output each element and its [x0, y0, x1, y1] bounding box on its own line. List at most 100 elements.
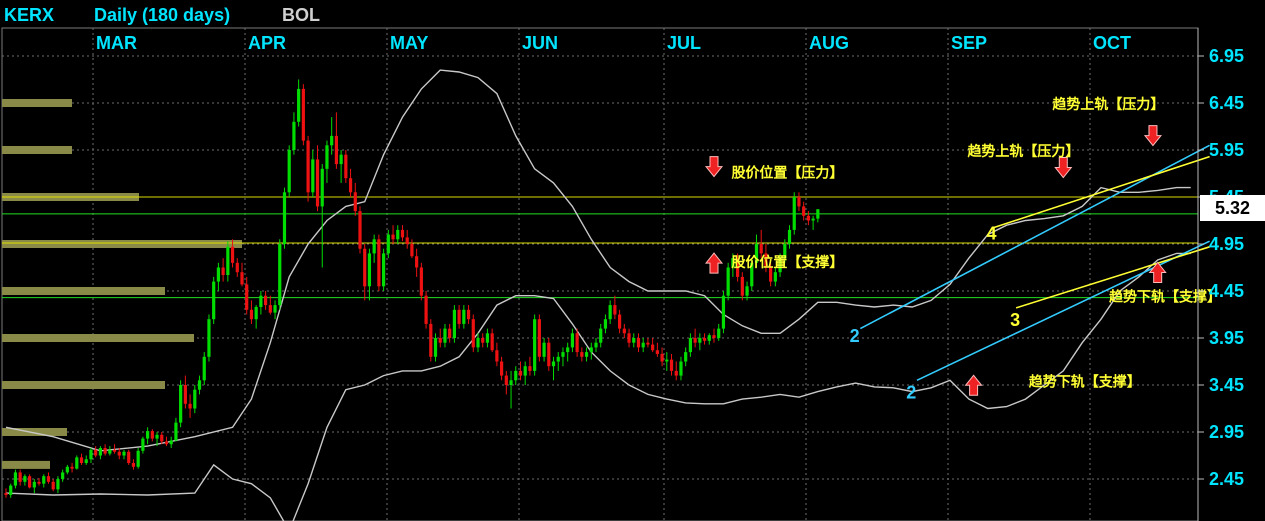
arrow-down-icon	[1143, 125, 1163, 147]
candle	[377, 234, 381, 291]
arrow-up-icon	[704, 252, 724, 274]
candle-body	[490, 333, 494, 351]
last-price-readout: 5.32	[1200, 195, 1265, 221]
candle-body	[674, 370, 678, 376]
candle	[391, 225, 395, 244]
candle	[183, 375, 187, 409]
candle-body	[179, 385, 183, 423]
candle	[188, 394, 192, 418]
price-tick-label: 4.95	[1209, 234, 1244, 254]
candle	[660, 347, 664, 367]
candle-body	[688, 338, 692, 353]
candle-body	[245, 284, 249, 310]
candle	[344, 150, 348, 183]
candle	[514, 366, 518, 385]
candle-body	[537, 319, 541, 357]
candle-body	[386, 234, 390, 254]
candle-body	[377, 239, 381, 287]
candle-body	[533, 319, 537, 371]
candle-body	[127, 451, 131, 464]
candle-body	[684, 352, 688, 362]
candlestick-chart[interactable]: 股价位置【压力】股价位置【支撑】趋势上轨【压力】趋势上轨【压力】趋势下轨【支撑】…	[0, 0, 1265, 521]
candle-body	[481, 338, 485, 343]
candle	[603, 314, 608, 334]
candle-body	[226, 246, 230, 276]
candle	[84, 455, 88, 465]
candle-body	[745, 286, 749, 296]
price-tick-label: 4.45	[1209, 281, 1244, 301]
candle-body	[707, 335, 711, 341]
candle	[457, 305, 461, 329]
candle-body	[353, 192, 357, 212]
candle-body	[325, 145, 329, 169]
candle	[226, 241, 230, 282]
candle-body	[216, 267, 220, 282]
volume-at-price-bar	[2, 381, 165, 389]
candle-body	[433, 338, 438, 357]
candle	[693, 328, 697, 348]
plot-frame	[1, 27, 1199, 521]
candle	[150, 429, 154, 442]
candle-body	[136, 450, 140, 467]
candle-body	[570, 333, 574, 348]
candle-body	[193, 389, 197, 409]
candle	[282, 187, 287, 249]
candle-body	[4, 493, 8, 495]
candle	[94, 446, 98, 458]
candle-body	[655, 350, 659, 354]
candle	[363, 244, 367, 301]
candle	[665, 352, 669, 371]
candle	[330, 117, 334, 155]
candle-body	[462, 309, 466, 324]
candle-body	[348, 178, 353, 193]
candle	[122, 449, 126, 460]
candle	[698, 333, 702, 351]
candle	[141, 436, 145, 454]
candle-body	[622, 328, 626, 334]
candle-body	[292, 121, 296, 150]
candle	[358, 206, 362, 254]
candle	[70, 463, 74, 473]
candle	[28, 474, 32, 489]
candle-body	[18, 472, 22, 482]
candle	[655, 342, 659, 357]
candle-body	[254, 306, 258, 320]
candle	[108, 446, 112, 456]
candle-body	[306, 140, 310, 193]
candle	[622, 323, 626, 338]
candle	[452, 305, 456, 343]
candle	[561, 347, 565, 367]
candle-body	[240, 272, 244, 285]
candle	[528, 356, 532, 376]
candle	[127, 449, 131, 465]
candle	[23, 474, 27, 486]
candle	[500, 356, 504, 381]
candle	[811, 215, 815, 230]
annotation-label: 趋势下轨【支撑】	[1029, 373, 1141, 390]
candle-body	[197, 380, 202, 390]
candle	[485, 328, 490, 348]
candle-body	[599, 328, 603, 343]
annotation-label: 趋势下轨【支撑】	[1109, 289, 1221, 306]
candle-body	[792, 197, 796, 230]
candle-body	[169, 440, 173, 445]
candle	[221, 258, 225, 282]
candle	[98, 446, 102, 460]
candle-body	[28, 476, 32, 488]
candle	[589, 342, 593, 360]
trend-line	[916, 240, 1210, 382]
candle-body	[806, 215, 810, 221]
annotation-label: 股价位置【压力】	[731, 165, 843, 182]
candle-body	[405, 237, 409, 244]
candle-body	[79, 457, 84, 464]
candle-body	[37, 481, 41, 484]
candle-body	[311, 159, 315, 193]
candle-body	[268, 305, 272, 313]
candle-body	[13, 472, 18, 486]
candle	[61, 469, 65, 482]
candle-body	[259, 295, 263, 307]
candle	[339, 150, 343, 183]
candle	[627, 328, 631, 348]
candle-body	[495, 350, 499, 362]
candle-body	[443, 328, 447, 343]
